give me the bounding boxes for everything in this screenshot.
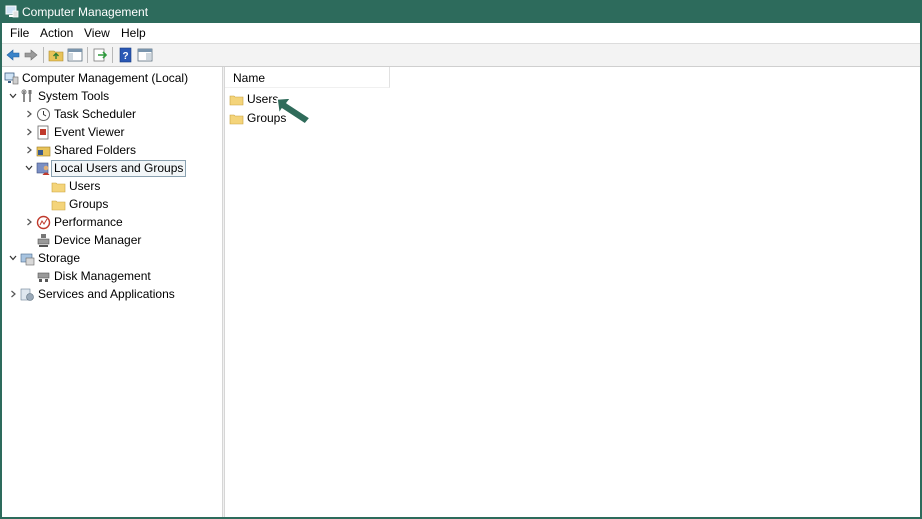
window-title: Computer Management xyxy=(22,5,149,19)
menu-bar: File Action View Help xyxy=(2,23,920,43)
tree-item-computer-management[interactable]: Computer Management (Local) xyxy=(2,70,222,87)
tree-label: Task Scheduler xyxy=(54,107,137,121)
toolbar-divider xyxy=(112,47,113,63)
local-users-icon xyxy=(36,162,50,175)
tree-item-shared-folders[interactable]: Shared Folders xyxy=(2,142,222,159)
tree-label: Groups xyxy=(69,197,109,211)
pointer-arrow-icon xyxy=(276,97,311,125)
tree-label: Device Manager xyxy=(54,233,142,247)
computer-management-window: Computer Management File Action View Hel… xyxy=(0,0,922,519)
performance-icon xyxy=(36,215,51,230)
properties-icon[interactable] xyxy=(137,47,153,63)
column-header-name[interactable]: Name xyxy=(225,67,390,88)
tree-item-local-users-and-groups[interactable]: Local Users and Groups xyxy=(2,160,222,177)
show-hide-tree-icon[interactable] xyxy=(67,47,83,63)
tree-item-users[interactable]: Users xyxy=(2,178,222,195)
list-item-groups[interactable]: Groups xyxy=(229,110,429,128)
export-list-icon[interactable] xyxy=(92,47,108,63)
folder-icon xyxy=(229,114,244,125)
forward-arrow-icon[interactable] xyxy=(23,47,39,63)
chevron-right-icon[interactable] xyxy=(24,109,34,119)
tree-label: System Tools xyxy=(38,89,110,103)
toolbar-divider xyxy=(43,47,44,63)
tree-item-task-scheduler[interactable]: Task Scheduler xyxy=(2,106,222,123)
menu-view[interactable]: View xyxy=(82,26,112,41)
results-pane: Name Users Groups xyxy=(225,67,920,517)
tree-label: Disk Management xyxy=(54,269,151,283)
tree-item-system-tools[interactable]: System Tools xyxy=(2,88,222,105)
event-viewer-icon xyxy=(37,125,49,140)
back-arrow-icon[interactable] xyxy=(5,47,21,63)
folder-icon xyxy=(229,95,244,106)
computer-management-icon xyxy=(5,5,19,18)
tree-label: Performance xyxy=(54,215,123,229)
list-item-users[interactable]: Users xyxy=(229,91,429,109)
help-icon[interactable]: ? xyxy=(118,47,134,63)
tree-label: Users xyxy=(69,179,101,193)
toolbar-divider xyxy=(87,47,88,63)
folder-icon xyxy=(51,200,66,211)
tree-label: Services and Applications xyxy=(38,287,175,301)
tree-item-groups[interactable]: Groups xyxy=(2,196,222,213)
menu-action[interactable]: Action xyxy=(38,26,75,41)
tree-label: Shared Folders xyxy=(54,143,137,157)
chevron-right-icon[interactable] xyxy=(8,289,18,299)
services-icon xyxy=(20,288,34,301)
menu-help[interactable]: Help xyxy=(119,26,148,41)
chevron-right-icon[interactable] xyxy=(24,217,34,227)
tree-label: Storage xyxy=(38,251,81,265)
title-bar: Computer Management xyxy=(2,2,920,23)
chevron-down-icon[interactable] xyxy=(8,91,18,101)
shared-folder-icon xyxy=(36,146,51,157)
chevron-right-icon[interactable] xyxy=(24,145,34,155)
tree-label-selected: Local Users and Groups xyxy=(51,160,187,177)
tree-item-event-viewer[interactable]: Event Viewer xyxy=(2,124,222,141)
clock-icon xyxy=(37,108,50,121)
tree-item-storage[interactable]: Storage xyxy=(2,250,222,267)
console-tree: Computer Management (Local) System Tools… xyxy=(2,67,222,517)
column-header-label: Name xyxy=(233,71,266,85)
storage-icon xyxy=(20,253,35,266)
tree-label: Computer Management (Local) xyxy=(22,71,189,85)
tree-item-performance[interactable]: Performance xyxy=(2,214,222,231)
toolbar: ? xyxy=(2,44,920,67)
computer-management-icon xyxy=(4,72,19,85)
svg-text:?: ? xyxy=(122,51,128,62)
folder-icon xyxy=(51,182,66,193)
system-tools-icon xyxy=(21,89,32,102)
tree-item-disk-management[interactable]: Disk Management xyxy=(2,268,222,285)
chevron-down-icon[interactable] xyxy=(24,163,34,173)
chevron-right-icon[interactable] xyxy=(24,127,34,137)
tree-item-device-manager[interactable]: Device Manager xyxy=(2,232,222,249)
chevron-down-icon[interactable] xyxy=(8,253,18,263)
device-manager-icon xyxy=(37,234,50,247)
tree-item-services-and-applications[interactable]: Services and Applications xyxy=(2,286,222,303)
menu-file[interactable]: File xyxy=(8,26,31,41)
tree-label: Event Viewer xyxy=(54,125,125,139)
up-folder-icon[interactable] xyxy=(48,47,64,63)
disk-management-icon xyxy=(37,272,50,282)
